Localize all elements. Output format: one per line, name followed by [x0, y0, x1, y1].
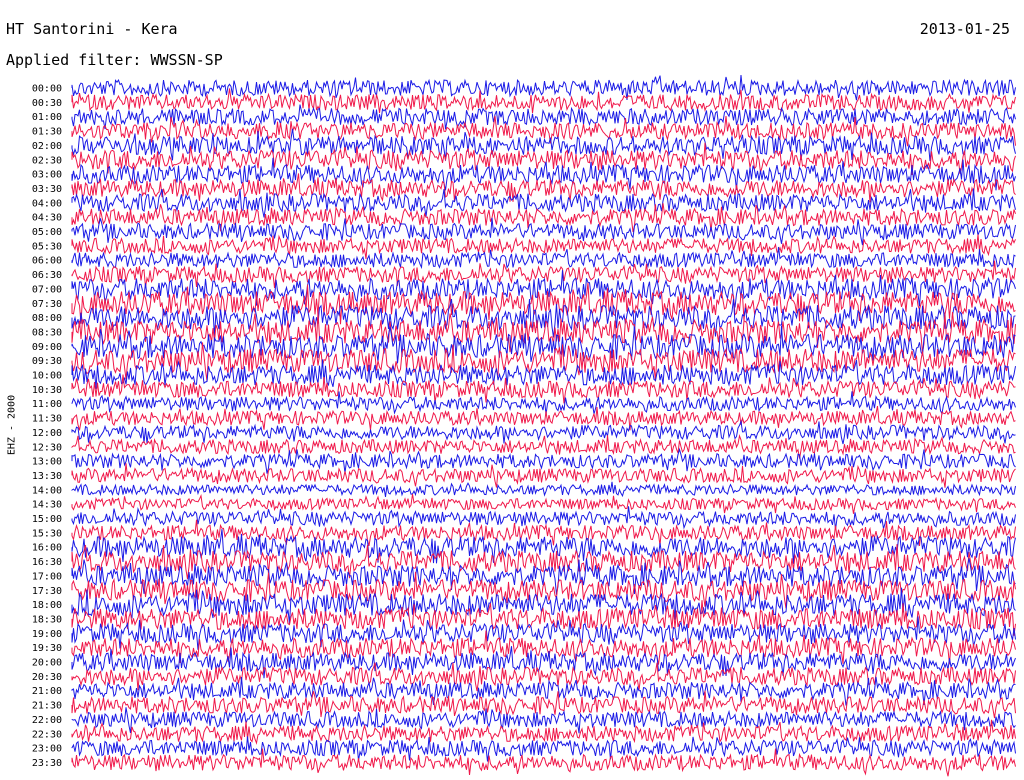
time-label: 14:00 [32, 485, 62, 496]
time-label: 03:30 [32, 184, 62, 195]
trace-row [71, 405, 1016, 431]
time-label: 16:30 [32, 557, 62, 568]
time-label: 00:30 [32, 98, 62, 109]
time-label: 12:30 [32, 442, 62, 453]
time-label: 20:30 [32, 672, 62, 683]
time-label: 01:00 [32, 112, 62, 123]
time-label: 21:30 [32, 701, 62, 712]
trace-row [71, 616, 1016, 650]
time-label: 00:00 [32, 84, 62, 95]
time-label: 12:00 [32, 428, 62, 439]
time-label: 09:30 [32, 356, 62, 367]
time-label: 21:00 [32, 686, 62, 697]
time-label: 13:30 [32, 471, 62, 482]
trace-row [71, 88, 1016, 114]
time-label: 19:00 [32, 629, 62, 640]
time-label: 23:30 [32, 758, 62, 769]
trace-row [71, 234, 1016, 259]
trace-row [71, 447, 1016, 474]
helicorder-plot: 00:00 00:30 01:00 01:30 02:00 02:30 03:00 03:30… [32, 74, 1016, 777]
time-label: 05:30 [32, 241, 62, 252]
time-label: 06:00 [32, 256, 62, 267]
time-label: 01:30 [32, 127, 62, 138]
trace-row [71, 506, 1016, 530]
trace-row [71, 494, 1016, 514]
trace-row [71, 481, 1016, 498]
time-label: 20:00 [32, 658, 62, 669]
trace-row [71, 359, 1016, 389]
time-label: 11:00 [32, 399, 62, 410]
trace-group [71, 74, 1016, 777]
time-label: 08:30 [32, 327, 62, 338]
time-label: 22:00 [32, 715, 62, 726]
time-label: 07:30 [32, 299, 62, 310]
time-label: 07:00 [32, 284, 62, 295]
time-label: 06:30 [32, 270, 62, 281]
time-label: 15:00 [32, 514, 62, 525]
time-label: 10:30 [32, 385, 62, 396]
time-label: 18:00 [32, 600, 62, 611]
time-label-group: 00:00 00:30 01:00 01:30 02:00 02:30 03:00 03:30… [32, 84, 62, 769]
time-label: 02:00 [32, 141, 62, 152]
trace-row [71, 646, 1016, 679]
time-label: 16:00 [32, 543, 62, 554]
trace-row [71, 391, 1016, 416]
time-label: 23:00 [32, 744, 62, 755]
time-label: 17:00 [32, 571, 62, 582]
time-label: 04:30 [32, 213, 62, 224]
time-label: 17:30 [32, 586, 62, 597]
time-label: 02:30 [32, 155, 62, 166]
time-label: 22:30 [32, 729, 62, 740]
time-label: 19:30 [32, 643, 62, 654]
time-label: 11:30 [32, 414, 62, 425]
time-label: 18:30 [32, 614, 62, 625]
time-label: 05:00 [32, 227, 62, 238]
time-label: 03:00 [32, 170, 62, 181]
time-label: 08:00 [32, 313, 62, 324]
time-label: 13:00 [32, 457, 62, 468]
time-label: 10:00 [32, 371, 62, 382]
time-label: 09:00 [32, 342, 62, 353]
trace-row [71, 719, 1016, 745]
trace-row [71, 188, 1016, 218]
time-label: 15:30 [32, 528, 62, 539]
time-label: 14:30 [32, 500, 62, 511]
time-label: 04:00 [32, 198, 62, 209]
